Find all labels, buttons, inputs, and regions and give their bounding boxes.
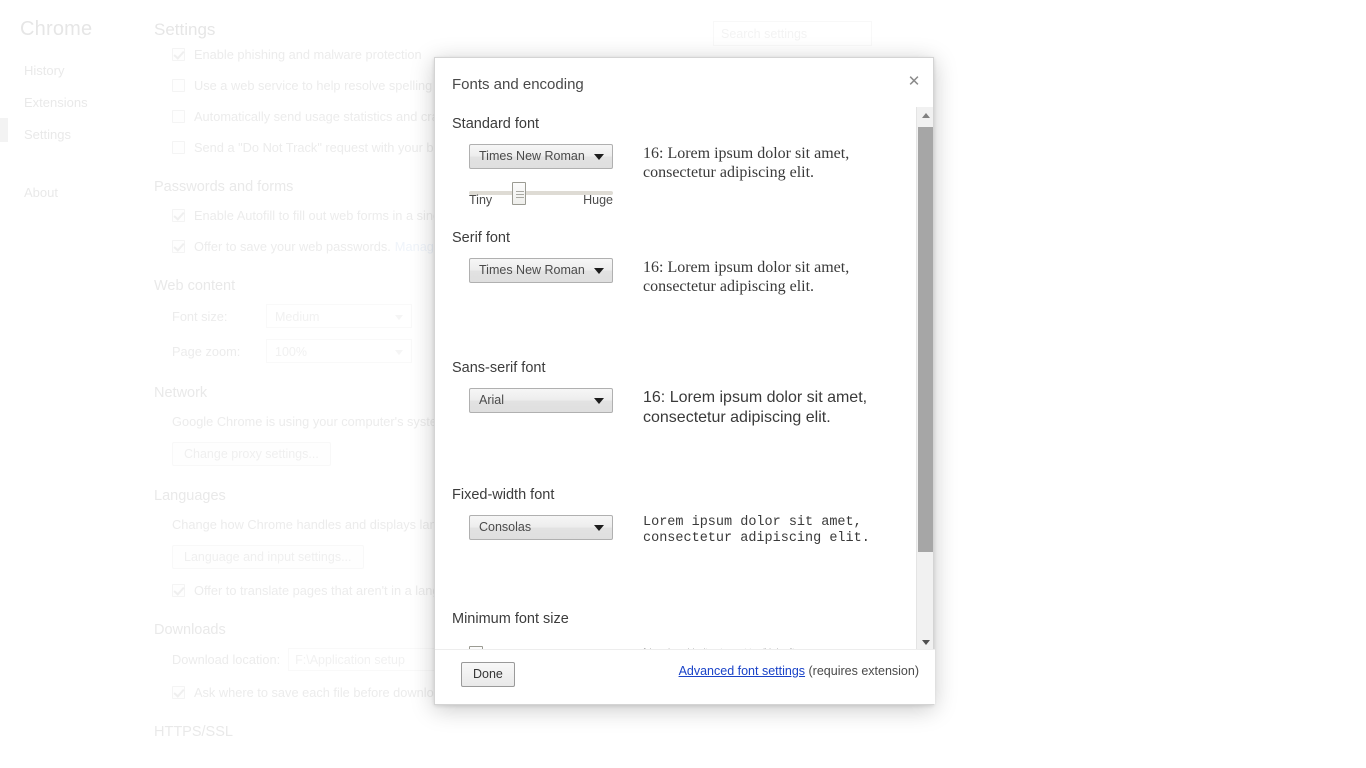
fixed-width-font-select-wrap[interactable]: Consolas <box>469 515 613 540</box>
checkbox-label: Enable phishing and malware protection <box>194 46 422 62</box>
settings-page-title: Settings <box>154 20 216 39</box>
checkbox-icon[interactable] <box>172 47 185 61</box>
group-title: Serif font <box>452 230 511 246</box>
group-fixed-width-font: Fixed-width font Consolas Lorem ipsum do… <box>452 487 914 547</box>
checkbox-label: Offer to save your web passwords. <box>194 238 391 254</box>
chevron-up-icon <box>921 113 930 118</box>
page-zoom-label: Page zoom: <box>172 343 241 359</box>
sidebar-item-history[interactable]: History <box>24 62 164 79</box>
section-title-https-ssl: HTTPS/SSL <box>154 724 233 740</box>
font-settings-list: Standard font Times New Roman Tiny Huge … <box>435 107 914 651</box>
checkbox-label: Enable Autofill to fill out web forms in… <box>194 207 443 223</box>
advanced-font-settings-link[interactable]: Advanced font settings <box>679 664 805 678</box>
checkbox-icon[interactable] <box>172 239 185 253</box>
sans-serif-font-select[interactable]: Arial <box>469 388 613 413</box>
group-title: Fixed-width font <box>452 487 555 503</box>
dialog-scrollbar[interactable] <box>916 107 933 651</box>
sidebar-item-extensions[interactable]: Extensions <box>24 94 164 111</box>
checkbox-icon[interactable] <box>172 140 185 154</box>
advanced-font-settings-row: Advanced font settings (requires extensi… <box>679 664 919 678</box>
dialog-footer: Done Advanced font settings (requires ex… <box>435 649 935 704</box>
sidebar-item-settings[interactable]: Settings <box>24 126 164 143</box>
font-size-select[interactable]: Medium <box>266 304 412 328</box>
change-proxy-settings-button[interactable]: Change proxy settings... <box>172 442 331 466</box>
download-location-label: Download location: <box>172 652 281 667</box>
checkbox-icon[interactable] <box>172 78 185 92</box>
scrollbar-thumb[interactable] <box>918 127 933 552</box>
close-icon[interactable]: ✕ <box>903 70 925 92</box>
fixed-width-font-preview: Lorem ipsum dolor sit amet, consectetur … <box>643 515 870 546</box>
slider-max-label: Huge <box>583 193 613 207</box>
checkbox-icon[interactable] <box>172 583 185 597</box>
dialog-title: Fonts and encoding <box>452 76 584 93</box>
settings-sidebar: History Extensions Settings About <box>24 62 164 216</box>
page-zoom-select[interactable]: 100% <box>266 339 412 363</box>
standard-font-preview: 16: Lorem ipsum dolor sit amet, consecte… <box>643 145 850 181</box>
font-size-label: Font size: <box>172 308 228 324</box>
group-standard-font: Standard font Times New Roman Tiny Huge … <box>452 116 914 207</box>
standard-font-select-wrap[interactable]: Times New Roman <box>469 144 613 169</box>
advanced-font-settings-suffix: (requires extension) <box>805 664 919 678</box>
scroll-up-arrow-icon[interactable] <box>917 107 934 124</box>
standard-font-select[interactable]: Times New Roman <box>469 144 613 169</box>
sidebar-item-about[interactable]: About <box>24 184 164 201</box>
group-minimum-font-size: Minimum font size 6: Lorem ipsum dolor s… <box>452 611 914 651</box>
sans-serif-font-select-wrap[interactable]: Arial <box>469 388 613 413</box>
slider-labels: Tiny Huge <box>469 193 613 207</box>
checkbox-label: Ask where to save each file before downl… <box>194 684 466 700</box>
serif-font-select[interactable]: Times New Roman <box>469 258 613 283</box>
checkbox-label: Automatically send usage statistics and … <box>194 108 453 124</box>
serif-font-preview: 16: Lorem ipsum dolor sit amet, consecte… <box>643 259 850 295</box>
group-title: Minimum font size <box>452 611 569 627</box>
serif-font-select-wrap[interactable]: Times New Roman <box>469 258 613 283</box>
chrome-brand-label: Chrome <box>20 18 93 40</box>
checkbox-icon[interactable] <box>172 109 185 123</box>
group-serif-font: Serif font Times New Roman 16: Lorem ips… <box>452 230 914 296</box>
sans-serif-font-preview: 16: Lorem ipsum dolor sit amet, consecte… <box>643 389 868 426</box>
checkbox-label: Use a web service to help resolve spelli… <box>194 77 452 93</box>
group-sans-serif-font: Sans-serif font Arial 16: Lorem ipsum do… <box>452 360 914 428</box>
checkbox-icon[interactable] <box>172 685 185 699</box>
language-and-input-settings-button[interactable]: Language and input settings... <box>172 545 364 569</box>
checkbox-label: Offer to translate pages that aren't in … <box>194 582 447 598</box>
sidebar-active-marker <box>0 118 8 142</box>
chevron-down-icon <box>921 640 930 645</box>
done-button[interactable]: Done <box>461 662 515 687</box>
slider-min-label: Tiny <box>469 193 493 207</box>
group-title: Standard font <box>452 116 540 132</box>
search-settings-input[interactable]: Search settings <box>713 21 872 46</box>
checkbox-label: Send a "Do Not Track" request with your … <box>194 139 445 155</box>
group-title: Sans-serif font <box>452 360 546 376</box>
checkbox-icon[interactable] <box>172 208 185 222</box>
dialog-scroll-body: Standard font Times New Roman Tiny Huge … <box>435 107 935 651</box>
fixed-width-font-select[interactable]: Consolas <box>469 515 613 540</box>
fonts-and-encoding-dialog: Fonts and encoding ✕ Standard font Times… <box>434 57 935 705</box>
